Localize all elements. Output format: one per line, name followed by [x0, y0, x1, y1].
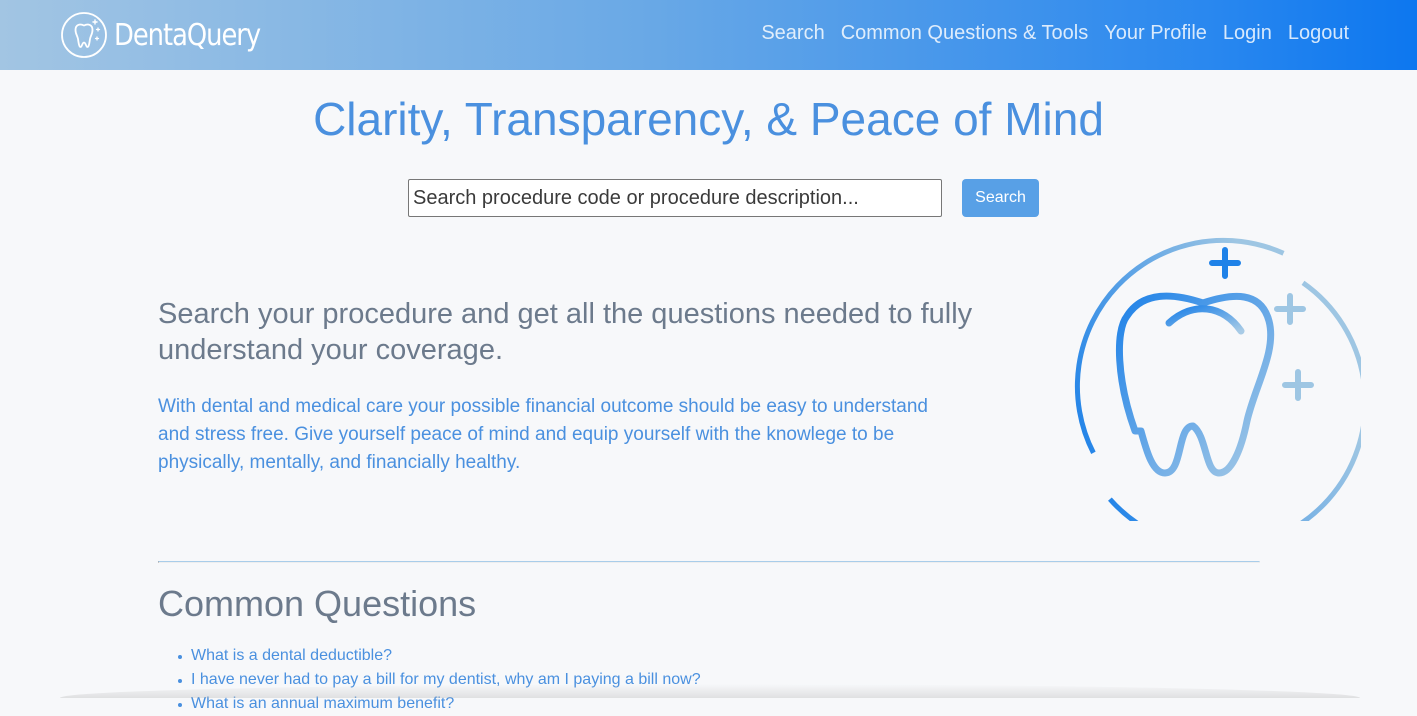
- procedure-search-form: Search: [408, 179, 1039, 217]
- list-item: I have never had to pay a bill for my de…: [178, 668, 701, 692]
- nav-search-link[interactable]: Search: [761, 22, 824, 45]
- hero-description: With dental and medical care your possib…: [158, 396, 928, 473]
- question-link[interactable]: I have never had to pay a bill for my de…: [191, 671, 701, 688]
- tooth-plus-icon: [1074, 237, 1361, 521]
- question-link[interactable]: What is a dental deductible?: [191, 647, 392, 664]
- brand-name: DentaQuery: [114, 17, 261, 53]
- nav-login-link[interactable]: Login: [1223, 22, 1272, 45]
- brand-home-link[interactable]: DentaQuery: [60, 11, 284, 59]
- hero-lead: Search your procedure and get all the qu…: [158, 298, 973, 366]
- nav-common-questions-link[interactable]: Common Questions & Tools: [841, 22, 1089, 45]
- common-questions-title: Common Questions: [158, 583, 477, 624]
- nav-logout-link[interactable]: Logout: [1288, 22, 1349, 45]
- list-item: What is an annual maximum benefit?: [178, 692, 701, 716]
- section-divider: [158, 561, 1260, 563]
- page-title: Clarity, Transparency, & Peace of Mind: [313, 93, 1104, 145]
- top-navbar: DentaQuery Search Common Questions & Too…: [0, 0, 1417, 70]
- list-item: What is a dental deductible?: [178, 644, 701, 668]
- procedure-search-input[interactable]: [408, 179, 942, 217]
- main-nav: Search Common Questions & Tools Your Pro…: [745, 18, 1349, 48]
- common-questions-list: What is a dental deductible? I have neve…: [178, 644, 701, 716]
- tooth-sparkle-icon: [61, 12, 107, 58]
- search-button[interactable]: Search: [962, 179, 1039, 217]
- nav-profile-link[interactable]: Your Profile: [1104, 22, 1207, 45]
